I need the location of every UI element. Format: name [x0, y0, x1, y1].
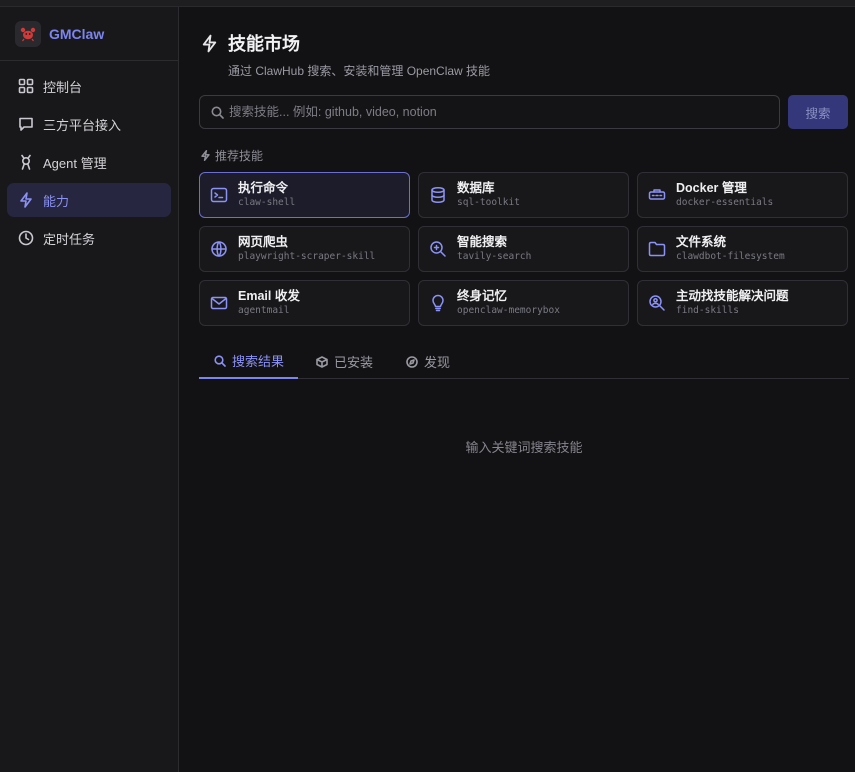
skill-slug: tavily-search [457, 251, 532, 262]
skill-card-sql-toolkit[interactable]: 数据库 sql-toolkit [418, 172, 629, 218]
sidebar-item-agents[interactable]: Agent 管理 [7, 145, 171, 179]
skill-card-clawdbot-filesystem[interactable]: 文件系统 clawdbot-filesystem [637, 226, 848, 272]
skill-name: 网页爬虫 [238, 235, 289, 249]
database-icon [431, 186, 445, 204]
lightbulb-icon [432, 294, 444, 312]
recommended-label-text: 推荐技能 [215, 149, 264, 163]
results-tabs: 搜索结果 已安装 发现 [199, 344, 849, 379]
sidebar: GMClaw 控制台 三方平台接入 Agent 管理 能力 定时任务 [0, 7, 179, 772]
skill-name: 智能搜索 [457, 235, 508, 249]
page-header: 技能市场 [200, 30, 300, 56]
skill-card-playwright-scraper-skill[interactable]: 网页爬虫 playwright-scraper-skill [199, 226, 410, 272]
empty-state-text: 输入关键词搜索技能 [465, 440, 583, 455]
skill-card-docker-essentials[interactable]: Docker 管理 docker-essentials [637, 172, 848, 218]
skill-name: 数据库 [457, 181, 495, 195]
skill-name: 执行命令 [238, 181, 289, 195]
tab-label: 搜索结果 [232, 354, 285, 369]
skill-slug: openclaw-memorybox [457, 305, 560, 316]
agent-icon [21, 154, 31, 170]
mail-icon [210, 296, 228, 310]
sidebar-item-capabilities[interactable]: 能力 [7, 183, 171, 217]
skill-name: 文件系统 [676, 235, 727, 249]
chat-icon [19, 117, 33, 131]
skill-slug: agentmail [238, 305, 290, 316]
bolt-icon [202, 34, 217, 52]
tab-search-results[interactable]: 搜索结果 [199, 344, 298, 379]
bolt-icon [20, 192, 32, 208]
terminal-icon [210, 187, 228, 203]
main-content: 技能市场 通过 ClawHub 搜索、安装和管理 OpenClaw 技能 搜索 … [180, 7, 855, 772]
app-name: GMClaw [49, 25, 105, 42]
sidebar-item-label: 控制台 [43, 79, 83, 95]
sidebar-item-scheduled-tasks[interactable]: 定时任务 [7, 221, 171, 255]
bolt-icon [201, 150, 210, 161]
sidebar-nav: 控制台 三方平台接入 Agent 管理 能力 定时任务 [0, 61, 178, 267]
tab-label: 已安装 [334, 355, 374, 370]
tab-label: 发现 [424, 355, 451, 370]
window-top-bar [0, 0, 855, 7]
search-icon [211, 106, 224, 119]
skill-card-find-skills[interactable]: 主动找技能解决问题 find-skills [637, 280, 848, 326]
package-icon [316, 355, 328, 368]
sidebar-item-label: 定时任务 [43, 231, 96, 247]
skill-slug: sql-toolkit [457, 197, 520, 208]
zoom-search-icon [430, 241, 446, 257]
sidebar-item-label: 能力 [43, 193, 70, 209]
container-icon [648, 189, 666, 200]
skill-card-openclaw-memorybox[interactable]: 终身记忆 openclaw-memorybox [418, 280, 629, 326]
tab-installed[interactable]: 已安装 [316, 344, 373, 379]
sidebar-item-dashboard[interactable]: 控制台 [7, 69, 171, 103]
skill-slug: clawdbot-filesystem [676, 251, 785, 262]
sidebar-item-label: 三方平台接入 [43, 117, 122, 133]
search-input[interactable] [229, 105, 769, 119]
sidebar-item-label: Agent 管理 [43, 155, 107, 171]
skill-name: Docker 管理 [676, 181, 747, 195]
search-person-icon [649, 295, 665, 311]
skill-name: 主动找技能解决问题 [676, 289, 789, 303]
folder-icon [648, 241, 666, 257]
grid-icon [18, 78, 34, 94]
search-button[interactable]: 搜索 [788, 95, 848, 129]
skill-name: 终身记忆 [457, 289, 508, 303]
skill-name: Email 收发 [238, 289, 300, 303]
brand[interactable]: GMClaw [0, 7, 178, 61]
compass-icon [406, 355, 418, 368]
skill-card-tavily-search[interactable]: 智能搜索 tavily-search [418, 226, 629, 272]
search-box[interactable] [199, 95, 780, 129]
sidebar-item-platforms[interactable]: 三方平台接入 [7, 107, 171, 141]
skill-slug: docker-essentials [676, 197, 774, 208]
page-title: 技能市场 [228, 34, 300, 54]
tab-discover[interactable]: 发现 [406, 344, 450, 379]
search-icon [214, 354, 226, 367]
skill-card-agentmail[interactable]: Email 收发 agentmail [199, 280, 410, 326]
skill-slug: find-skills [676, 305, 739, 316]
skill-card-claw-shell[interactable]: 执行命令 claw-shell [199, 172, 410, 218]
crab-logo-icon [15, 20, 41, 47]
recommended-label: 推荐技能 [200, 147, 263, 164]
skill-slug: claw-shell [238, 197, 296, 208]
skill-slug: playwright-scraper-skill [238, 251, 376, 262]
globe-icon [211, 241, 227, 257]
clock-icon [18, 230, 34, 246]
page-subtitle: 通过 ClawHub 搜索、安装和管理 OpenClaw 技能 [228, 64, 491, 78]
